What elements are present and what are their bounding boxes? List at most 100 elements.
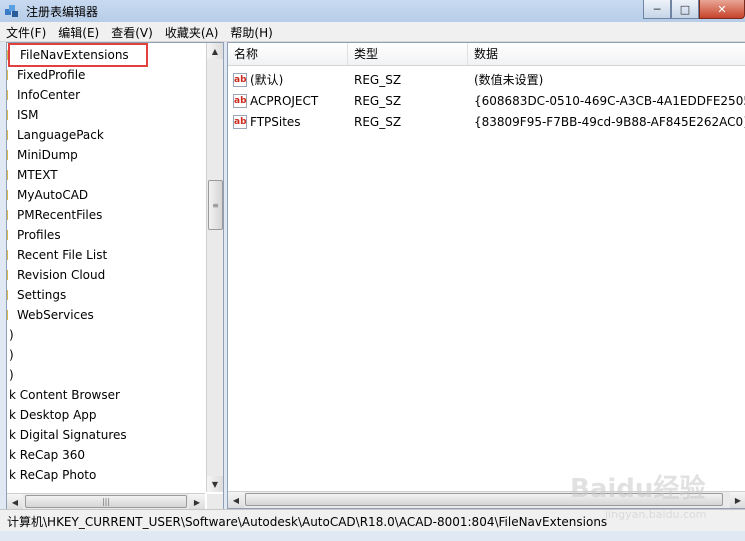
menu-file[interactable]: 文件(F) (0, 22, 52, 41)
tree-item-label: LanguagePack (17, 128, 104, 142)
tree-item-label: ) (9, 368, 14, 382)
tree-item[interactable]: MTEXT (7, 165, 205, 185)
menu-favorites[interactable]: 收藏夹(A) (159, 22, 225, 41)
folder-icon (7, 90, 11, 100)
tree-item[interactable]: InfoCenter (7, 85, 205, 105)
menu-view[interactable]: 查看(V) (105, 22, 159, 41)
value-data: {83809F95-F7BB-49cd-9B88-AF845E262AC0} (474, 115, 745, 129)
tree-item-label: PMRecentFiles (17, 208, 103, 222)
tree-item-label: MiniDump (17, 148, 78, 162)
folder-icon (7, 230, 11, 240)
tree-item[interactable]: PMRecentFiles (7, 205, 205, 225)
value-row[interactable]: ab FTPSites REG_SZ {83809F95-F7BB-49cd-9B88… (228, 112, 745, 133)
baidu-watermark: Baidu经验 jingyan.baidu.com (560, 460, 740, 530)
tree-item[interactable]: Settings (7, 285, 205, 305)
values-column-header: 名称 类型 数据 (228, 43, 745, 66)
maximize-icon: □ (679, 2, 691, 16)
tree-item[interactable]: ) (7, 345, 205, 365)
tree-item-label: k Digital Signatures (9, 428, 127, 442)
menu-help[interactable]: 帮助(H) (224, 22, 278, 41)
tree-hscroll-thumb[interactable]: ||| (25, 495, 187, 508)
scroll-left-button[interactable]: ◀ (7, 494, 23, 510)
folder-icon (7, 70, 11, 80)
arrow-right-icon: ▶ (193, 497, 201, 507)
tree-item-label: k Content Browser (9, 388, 120, 402)
tree-item[interactable]: MiniDump (7, 145, 205, 165)
string-value-icon-text: ab (234, 75, 247, 85)
tree-item[interactable]: MyAutoCAD (7, 185, 205, 205)
folder-icon (7, 130, 11, 140)
arrow-left-icon: ◀ (232, 495, 240, 505)
tree-item[interactable]: LanguagePack (7, 125, 205, 145)
minimize-icon: ─ (653, 2, 661, 16)
tree-item[interactable]: ) (7, 365, 205, 385)
tree-item-label: Revision Cloud (17, 268, 106, 282)
string-value-icon-text: ab (234, 96, 247, 106)
string-value-icon: ab (233, 115, 247, 129)
tree-item[interactable]: k Desktop App (7, 405, 205, 425)
tree-item-label: FixedProfile (17, 68, 86, 82)
tree-vertical-scrollbar[interactable]: ▲ ≡ ▼ (206, 43, 223, 492)
tree-item[interactable]: k ReCap Photo (7, 465, 205, 485)
tree-item[interactable]: Revision Cloud (7, 265, 205, 285)
tree-item[interactable]: ISM (7, 105, 205, 125)
tree-item[interactable]: k Digital Signatures (7, 425, 205, 445)
tree-item-label: k Desktop App (9, 408, 97, 422)
grip-icon: ≡ (212, 200, 219, 210)
column-data[interactable]: 数据 (468, 43, 745, 65)
tree-item[interactable]: FixedProfile (7, 65, 205, 85)
window-controls: ─ □ ✕ (643, 0, 745, 19)
value-type: REG_SZ (354, 115, 402, 129)
folder-icon (7, 250, 11, 260)
tree-list: FileNavExtensions FixedProfile InfoCenter I… (7, 45, 205, 485)
menu-bar: 文件(F) 编辑(E) 查看(V) 收藏夹(A) 帮助(H) (0, 22, 745, 42)
value-row[interactable]: ab ACPROJECT REG_SZ {608683DC-0510-469C-A3C… (228, 91, 745, 112)
registry-values-pane[interactable]: 名称 类型 数据 ab (默认) REG_SZ (数值未设置) ab ACPROJECT R… (227, 42, 745, 509)
column-type[interactable]: 类型 (348, 43, 468, 65)
arrow-up-icon: ▲ (211, 46, 219, 56)
tree-item[interactable]: k ReCap 360 (7, 445, 205, 465)
tree-item-label: ) (9, 328, 14, 342)
tree-item-label: MyAutoCAD (17, 188, 89, 202)
string-value-icon: ab (233, 94, 247, 108)
folder-icon (7, 290, 11, 300)
folder-icon (7, 150, 11, 160)
tree-item[interactable]: ) (7, 325, 205, 345)
registry-editor-window: 注册表编辑器 ─ □ ✕ 文件(F) 编辑(E) 查看(V) 收藏夹(A) 帮助… (0, 0, 745, 541)
close-button[interactable]: ✕ (699, 0, 745, 19)
regedit-icon (5, 5, 18, 17)
scrollbar-corner (207, 494, 223, 510)
maximize-button[interactable]: □ (671, 0, 699, 19)
tree-item-label: k ReCap Photo (9, 468, 97, 482)
string-value-icon: ab (233, 73, 247, 87)
scroll-down-button[interactable]: ▼ (207, 476, 223, 492)
minimize-button[interactable]: ─ (643, 0, 671, 19)
tree-item-label: WebServices (17, 308, 94, 322)
value-data: {608683DC-0510-469C-A3CB-4A1EDDFE2505} (474, 94, 745, 108)
window-title: 注册表编辑器 (26, 5, 99, 19)
menu-edit[interactable]: 编辑(E) (52, 22, 105, 41)
folder-icon (7, 190, 11, 200)
tree-item[interactable]: k Content Browser (7, 385, 205, 405)
tree-item-label: ) (9, 348, 14, 362)
value-type: REG_SZ (354, 73, 402, 87)
tree-item[interactable]: WebServices (7, 305, 205, 325)
registry-key-tree[interactable]: FileNavExtensions FixedProfile InfoCenter I… (6, 42, 224, 511)
values-scroll-left-button[interactable]: ◀ (228, 492, 244, 508)
scroll-up-button[interactable]: ▲ (207, 43, 223, 59)
value-data: (数值未设置) (474, 73, 544, 87)
watermark-url: jingyan.baidu.com (605, 508, 707, 521)
watermark-text: Baidu经验 (570, 474, 706, 504)
folder-icon (7, 210, 11, 220)
arrow-left-icon: ◀ (11, 497, 19, 507)
column-name[interactable]: 名称 (228, 43, 348, 65)
tree-item[interactable]: Profiles (7, 225, 205, 245)
folder-icon (7, 270, 11, 280)
tree-horizontal-scrollbar[interactable]: ◀ ||| ▶ (7, 493, 205, 510)
title-bar[interactable]: 注册表编辑器 ─ □ ✕ (0, 0, 745, 22)
value-row[interactable]: ab (默认) REG_SZ (数值未设置) (228, 70, 745, 91)
tree-item[interactable]: Recent File List (7, 245, 205, 265)
value-name: FTPSites (250, 115, 301, 129)
scroll-right-button[interactable]: ▶ (189, 494, 205, 510)
tree-vscroll-thumb[interactable]: ≡ (208, 180, 223, 230)
